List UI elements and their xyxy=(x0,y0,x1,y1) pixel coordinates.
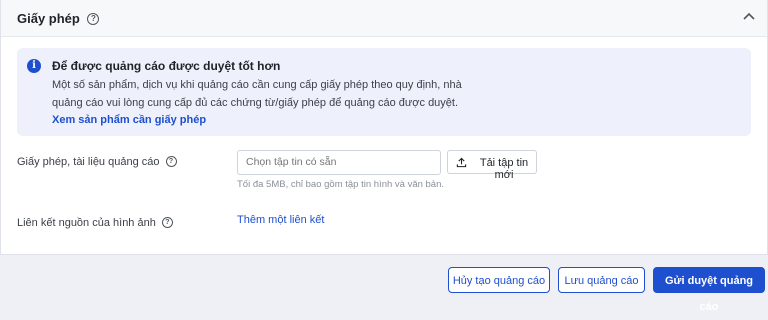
cancel-ad-button[interactable]: Hủy tạo quảng cáo xyxy=(448,267,550,293)
view-licensed-products-link[interactable]: Xem sản phẩm cần giấy phép xyxy=(52,114,206,126)
license-field-label: Giấy phép, tài liệu quảng cáo ? xyxy=(17,155,177,168)
help-icon[interactable]: ? xyxy=(87,12,100,25)
save-ad-button[interactable]: Lưu quảng cáo xyxy=(558,267,645,293)
upload-icon xyxy=(456,157,467,168)
help-icon[interactable]: ? xyxy=(165,155,177,167)
info-title: Để được quảng cáo được duyệt tốt hơn xyxy=(52,59,281,73)
license-label-text: Giấy phép, tài liệu quảng cáo xyxy=(17,156,160,168)
chevron-up-icon[interactable] xyxy=(741,9,757,25)
info-icon: i xyxy=(27,59,41,73)
source-field-label: Liên kết nguồn của hình ảnh ? xyxy=(17,216,173,229)
submit-ad-button[interactable]: Gửi duyệt quảng cáo xyxy=(653,267,765,313)
license-card: Giấy phép ? i Để được quảng cáo được duy… xyxy=(0,0,768,255)
info-banner: i Để được quảng cáo được duyệt tốt hơn M… xyxy=(17,48,751,136)
add-link-button[interactable]: Thêm một liên kết xyxy=(237,214,324,226)
help-icon[interactable]: ? xyxy=(161,216,173,228)
source-label-text: Liên kết nguồn của hình ảnh xyxy=(17,217,156,229)
card-header[interactable]: Giấy phép ? xyxy=(1,0,767,37)
file-size-hint: Tối đa 5MB, chỉ bao gồm tập tin hình và … xyxy=(237,179,445,190)
section-title: Giấy phép xyxy=(17,11,80,26)
upload-new-file-button[interactable]: Tải tập tin mới xyxy=(447,150,537,181)
section-title-row: Giấy phép ? xyxy=(17,11,100,26)
info-body: Một số sản phẩm, dịch vụ khi quảng cáo c… xyxy=(52,79,462,109)
existing-file-input[interactable] xyxy=(237,150,441,175)
upload-button-label: Tải tập tin mới xyxy=(479,157,529,181)
